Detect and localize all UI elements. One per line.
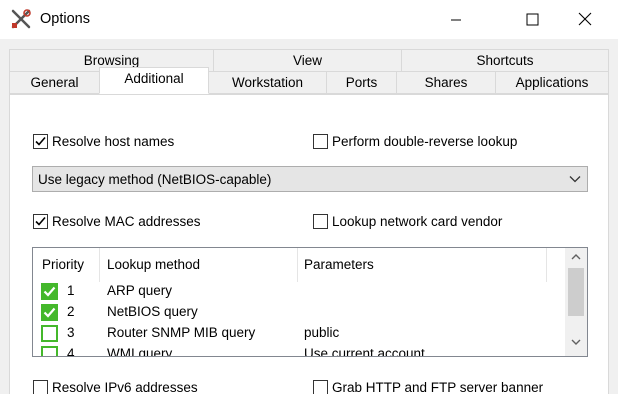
tab-additional[interactable]: Additional: [99, 67, 209, 94]
tools-icon: [10, 8, 32, 30]
tab-shortcuts[interactable]: Shortcuts: [401, 49, 609, 72]
column-lookup-method[interactable]: Lookup method: [107, 257, 200, 272]
resolve-ipv6-checkbox[interactable]: [33, 380, 48, 394]
row-checkbox-unchecked[interactable]: [41, 346, 58, 357]
resolve-method-value: Use legacy method (NetBIOS-capable): [38, 172, 272, 187]
scroll-up-icon[interactable]: [571, 253, 581, 261]
row-params: Use current account: [304, 346, 425, 357]
window-title: Options: [40, 11, 90, 27]
row-method: WMI query: [107, 346, 173, 357]
row-priority: 1: [67, 283, 75, 298]
row-priority: 2: [67, 304, 75, 319]
maximize-button[interactable]: [509, 0, 555, 40]
check-icon: [35, 136, 46, 146]
resolve-mac-label[interactable]: Resolve MAC addresses: [52, 214, 201, 229]
close-button[interactable]: [562, 0, 608, 40]
column-parameters[interactable]: Parameters: [304, 257, 374, 272]
title-bar: Options: [0, 0, 618, 40]
row-method: NetBIOS query: [107, 304, 198, 319]
grab-banner-label[interactable]: Grab HTTP and FTP server banner: [332, 380, 543, 394]
list-header: Priority Lookup method Parameters: [33, 248, 565, 282]
resolve-host-names-checkbox[interactable]: [33, 134, 48, 149]
resolve-ipv6-label[interactable]: Resolve IPv6 addresses: [52, 380, 198, 394]
row-method: Router SNMP MIB query: [107, 325, 256, 340]
row-priority: 3: [67, 325, 75, 340]
tab-workstation[interactable]: Workstation: [208, 71, 327, 94]
lookup-methods-list[interactable]: Priority Lookup method Parameters 1 ARP …: [32, 247, 588, 357]
check-icon: [35, 216, 46, 226]
row-checkbox-unchecked[interactable]: [41, 325, 58, 342]
scrollbar-thumb[interactable]: [568, 268, 584, 316]
nic-vendor-checkbox[interactable]: [313, 214, 328, 229]
double-reverse-lookup-label[interactable]: Perform double-reverse lookup: [332, 134, 517, 149]
tab-view[interactable]: View: [213, 49, 402, 72]
row-priority: 4: [67, 346, 75, 357]
row-params: public: [304, 325, 340, 340]
column-divider[interactable]: [546, 248, 547, 282]
resolve-mac-checkbox[interactable]: [33, 214, 48, 229]
resolve-host-names-label[interactable]: Resolve host names: [52, 134, 174, 149]
tab-general[interactable]: General: [9, 71, 100, 94]
table-row[interactable]: 1 ARP query: [33, 281, 565, 302]
vertical-scrollbar[interactable]: [565, 248, 587, 356]
double-reverse-lookup-checkbox[interactable]: [313, 134, 328, 149]
minimize-icon: [451, 19, 461, 21]
row-method: ARP query: [107, 283, 173, 298]
table-row[interactable]: 4 WMI query Use current account: [33, 344, 565, 357]
tab-ports[interactable]: Ports: [326, 71, 397, 94]
chevron-down-icon: [569, 176, 581, 183]
tab-shares[interactable]: Shares: [396, 71, 496, 94]
table-row[interactable]: 3 Router SNMP MIB query public: [33, 323, 565, 344]
column-divider[interactable]: [297, 248, 298, 282]
nic-vendor-label[interactable]: Lookup network card vendor: [332, 214, 502, 229]
column-priority[interactable]: Priority: [42, 257, 84, 272]
row-checkbox-checked[interactable]: [41, 283, 58, 300]
grab-banner-checkbox[interactable]: [313, 380, 328, 394]
minimize-button[interactable]: [433, 0, 479, 40]
column-divider[interactable]: [99, 248, 100, 282]
tab-applications[interactable]: Applications: [495, 71, 609, 94]
scroll-down-icon[interactable]: [571, 338, 581, 346]
resolve-method-select[interactable]: Use legacy method (NetBIOS-capable): [32, 166, 588, 192]
close-icon: [578, 12, 592, 26]
maximize-icon: [526, 13, 539, 26]
table-row[interactable]: 2 NetBIOS query: [33, 302, 565, 323]
row-checkbox-checked[interactable]: [41, 304, 58, 321]
